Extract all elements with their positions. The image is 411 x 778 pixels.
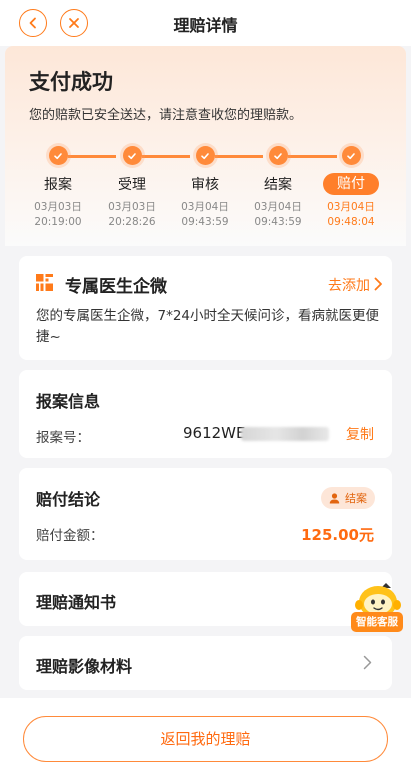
claim-notice-title: 理赔通知书 xyxy=(36,593,117,612)
status-badge: 结案 xyxy=(321,487,375,509)
report-number-label: 报案号： xyxy=(36,430,90,446)
status-title: 支付成功 xyxy=(29,70,113,94)
add-doctor-link[interactable]: 去添加 xyxy=(328,275,370,295)
progress-connector xyxy=(142,155,190,158)
step-check-icon xyxy=(268,146,288,165)
status-badge-label: 结案 xyxy=(345,492,367,505)
status-subtitle: 您的赔款已安全送达，请注意查收您的理赔款。 xyxy=(29,108,303,123)
step-label-pay: 赔付 xyxy=(323,173,379,195)
chevron-right-icon xyxy=(363,655,372,670)
chevron-left-icon xyxy=(29,17,36,29)
top-navbar: 理赔详情 xyxy=(0,0,411,46)
person-icon xyxy=(329,492,340,503)
claim-media-title: 理赔影像材料 xyxy=(36,657,133,676)
close-button[interactable] xyxy=(60,9,88,37)
progress-connector xyxy=(288,155,337,158)
amount-label: 赔付金额： xyxy=(36,528,104,544)
doctor-card-description: 您的专属医生企微，7*24小时全天候问诊，看病就医更便捷~ xyxy=(36,308,380,345)
step-label-review: 审核 xyxy=(191,177,219,193)
step-label-report: 报案 xyxy=(44,177,72,193)
masked-report-number xyxy=(241,427,329,441)
close-icon xyxy=(69,18,79,28)
bottom-bar: 返回我的理赔 xyxy=(0,698,411,778)
payment-result-title: 赔付结论 xyxy=(36,490,101,509)
back-button[interactable] xyxy=(19,9,47,37)
copy-button[interactable]: 复制 xyxy=(346,424,374,444)
claim-notice-row[interactable]: 理赔通知书 xyxy=(19,572,392,626)
progress-connector xyxy=(68,155,116,158)
step-check-icon xyxy=(122,146,142,165)
step-timestamp: 03月03日 20:19:00 xyxy=(34,201,82,228)
doctor-wecom-card: 专属医生企微 去添加 您的专属医生企微，7*24小时全天候问诊，看病就医更便捷~ xyxy=(19,256,392,360)
step-timestamp: 03月04日 09:48:04 xyxy=(327,201,375,228)
chevron-right-icon[interactable] xyxy=(373,277,383,291)
step-check-icon xyxy=(341,146,361,165)
claim-progress-tracker: 报案 受理 审核 结案 赔付 03月03日 20:19:00 03月03日 20:2… xyxy=(5,146,406,236)
claim-status-card: 支付成功 您的赔款已安全送达，请注意查收您的理赔款。 报案 受理 审核 结案 赔… xyxy=(5,46,406,246)
report-number-value: 9612WE xyxy=(183,424,246,442)
progress-connector xyxy=(215,155,263,158)
report-info-title: 报案信息 xyxy=(36,392,101,411)
step-label-accept: 受理 xyxy=(118,177,146,193)
step-label-close: 结案 xyxy=(264,177,292,193)
step-check-icon xyxy=(48,146,68,165)
step-timestamp: 03月03日 20:28:26 xyxy=(108,201,156,228)
report-info-card: 报案信息 报案号： 9612WE 复制 xyxy=(19,370,392,458)
assistant-label[interactable]: 智能客服 xyxy=(351,612,403,632)
step-check-icon xyxy=(195,146,215,165)
payment-amount: 125.00元 xyxy=(301,526,374,544)
step-timestamp: 03月04日 09:43:59 xyxy=(181,201,229,228)
grid-logo-icon xyxy=(36,274,53,291)
step-timestamp: 03月04日 09:43:59 xyxy=(254,201,302,228)
payment-result-card: 赔付结论 结案 赔付金额： 125.00元 xyxy=(19,468,392,560)
claim-media-row[interactable]: 理赔影像材料 xyxy=(19,636,392,690)
doctor-card-title: 专属医生企微 xyxy=(65,277,167,297)
return-to-claims-button[interactable]: 返回我的理赔 xyxy=(23,716,388,762)
